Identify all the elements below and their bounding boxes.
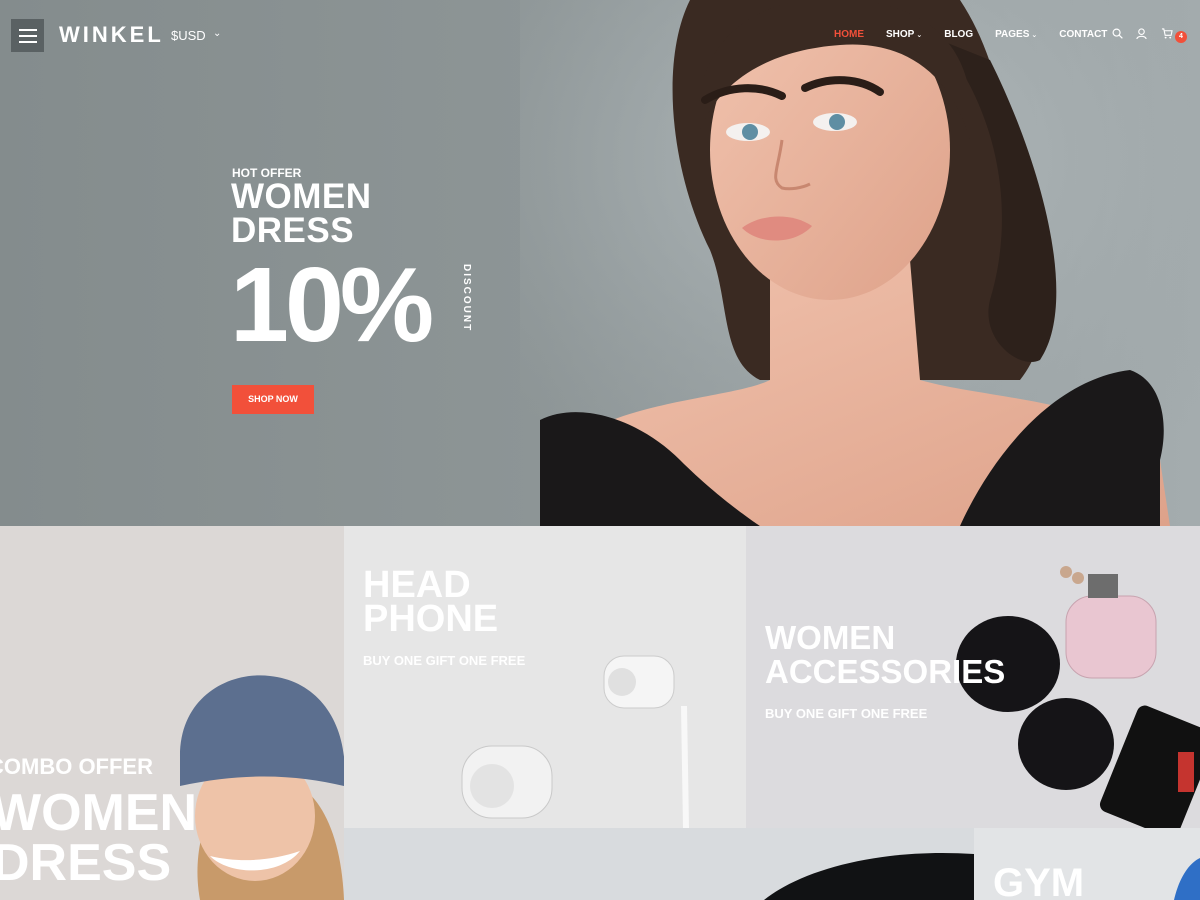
user-icon[interactable]	[1136, 28, 1147, 40]
banner-women-accessories[interactable]: WOMEN ACCESSORIES BUY ONE GIFT ONE FREE	[746, 526, 1200, 828]
hero-model-image	[520, 0, 1200, 526]
accessories-image	[956, 566, 1200, 828]
hero-title-line2: DRESS	[231, 211, 355, 250]
nav-item-blog[interactable]: BLOG	[944, 29, 973, 40]
chevron-down-icon: ⌄	[1031, 32, 1038, 39]
nav-item-shop[interactable]: SHOP ⌄	[886, 29, 922, 40]
nav-item-pages[interactable]: PAGES ⌄	[995, 29, 1037, 40]
chevron-down-icon[interactable]: ⌄	[213, 28, 221, 39]
shop-now-button[interactable]: SHOP NOW	[232, 385, 314, 414]
headphone-title-line2: PHONE	[363, 598, 499, 640]
main-navbar: WINKEL $USD ⌄ HOME SHOP ⌄ BLOG PAGES ⌄ CON…	[0, 0, 1200, 72]
banner-gym[interactable]: GYM	[974, 828, 1200, 900]
hero-title-line1: WOMEN	[231, 177, 372, 216]
gym-product-image	[1174, 858, 1200, 900]
site-logo[interactable]: WINKEL	[59, 22, 164, 48]
combo-title: WOMEN DRESS	[0, 784, 198, 892]
banner-combo-offer[interactable]: COMBO OFFER WOMEN DRESS	[0, 526, 344, 900]
search-icon[interactable]	[1112, 28, 1123, 39]
banner-product-row2[interactable]	[344, 828, 974, 900]
combo-kicker: COMBO OFFER	[0, 754, 153, 779]
menu-toggle-button[interactable]	[11, 19, 44, 52]
primary-nav: HOME SHOP ⌄ BLOG PAGES ⌄ CONTACT	[834, 29, 1129, 40]
hero-slider: WINKEL $USD ⌄ HOME SHOP ⌄ BLOG PAGES ⌄ CON…	[0, 0, 1200, 526]
headphone-title-line1: HEAD	[363, 564, 471, 606]
combo-title-line2: DRESS	[0, 834, 172, 892]
headphone-title: HEAD PHONE	[363, 564, 499, 640]
cart-count-badge: 4	[1175, 31, 1187, 43]
hero-title: WOMEN DRESS	[231, 177, 372, 250]
chevron-down-icon: ⌄	[916, 32, 923, 39]
hero-discount-label: DISCOUNT	[461, 264, 472, 333]
cart-icon[interactable]	[1161, 28, 1173, 39]
currency-selector[interactable]: $USD	[171, 28, 206, 43]
accessories-title-line1: WOMEN	[765, 619, 896, 656]
earphones-image	[461, 655, 689, 828]
combo-title-line1: WOMEN	[0, 784, 198, 842]
product-image	[764, 852, 974, 900]
banner-headphone[interactable]: HEAD PHONE BUY ONE GIFT ONE FREE	[344, 526, 746, 828]
gym-title: GYM	[993, 861, 1085, 900]
nav-item-contact[interactable]: CONTACT	[1059, 29, 1107, 40]
hero-discount-percent: 10%	[230, 246, 434, 364]
nav-item-home[interactable]: HOME	[834, 29, 864, 40]
accessories-title-line2: ACCESSORIES	[765, 653, 1006, 690]
accessories-subtitle: BUY ONE GIFT ONE FREE	[765, 706, 928, 721]
accessories-title: WOMEN ACCESSORIES	[765, 621, 1005, 689]
